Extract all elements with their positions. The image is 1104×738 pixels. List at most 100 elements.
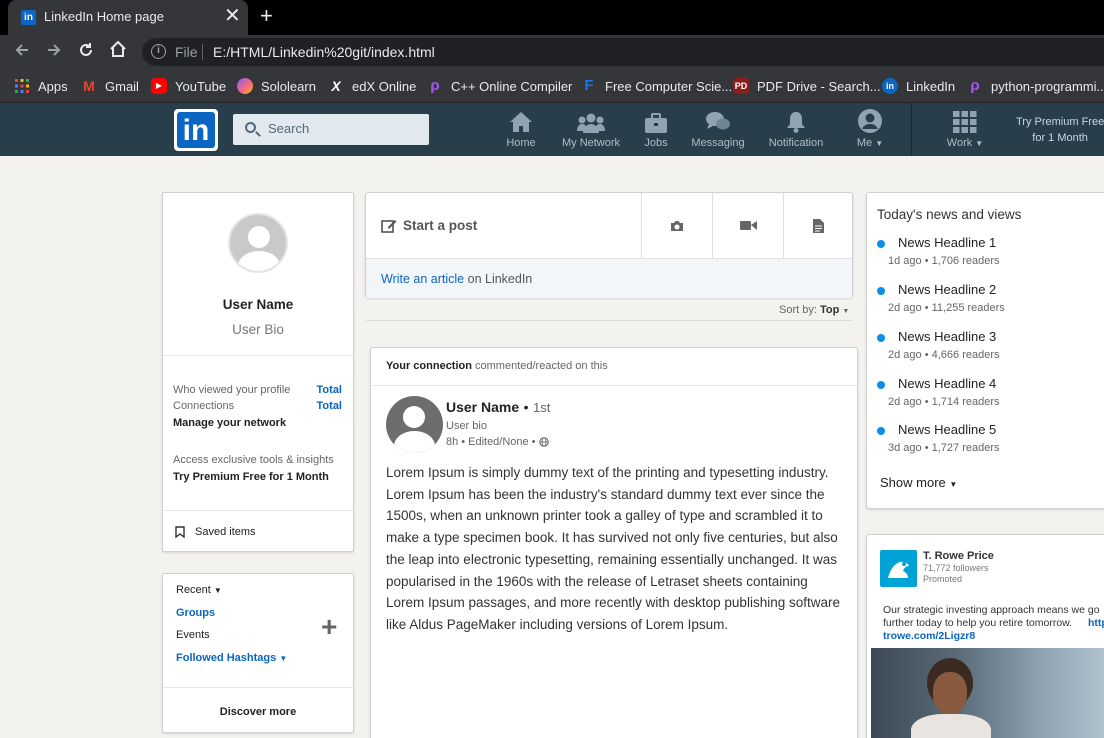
profile-bio: User Bio — [232, 322, 284, 337]
ad-image[interactable] — [871, 648, 1104, 738]
bookmark-cpp-compiler[interactable]: ρ C++ Online Compiler — [427, 76, 572, 96]
bookmark-label: PDF Drive - Search... — [757, 78, 881, 94]
bookmark-label: C++ Online Compiler — [451, 78, 573, 94]
document-icon — [813, 218, 824, 233]
news-item[interactable]: News Headline 1 1d ago • 1,706 readers — [877, 235, 1097, 271]
caret-down-icon: ▼ — [213, 586, 222, 595]
bookmark-label: edX Online — [352, 78, 417, 94]
briefcase-icon — [641, 109, 671, 133]
ad-link[interactable]: trowe.com/2Ligzr8 — [883, 630, 975, 642]
linkedin-logo[interactable]: in — [174, 109, 218, 151]
post-author-name[interactable]: User Name — [446, 399, 519, 415]
bookmark-gmail[interactable]: M Gmail — [81, 76, 139, 96]
post-author-avatar[interactable] — [386, 396, 443, 453]
globe-icon — [538, 437, 549, 447]
feed-post: Your connection commented/reacted on thi… — [370, 347, 858, 738]
url-text[interactable]: E:/HTML/Linkedin%20git/index.html — [213, 44, 435, 60]
bookmark-python[interactable]: ρ python-programmi... — [967, 76, 1104, 96]
news-headline: News Headline 1 — [898, 235, 997, 250]
sort-dropdown[interactable]: Sort by: Top ▼ — [779, 304, 849, 316]
discover-more-link[interactable]: Discover more — [163, 706, 353, 718]
premium-link[interactable]: Try Premium Free for 1 Month — [173, 471, 329, 483]
bookmark-apps[interactable]: Apps — [14, 76, 68, 96]
news-meta: 2d ago • 11,255 readers — [888, 302, 1005, 314]
divider — [163, 687, 353, 688]
saved-items-link[interactable]: Saved items — [175, 526, 256, 538]
show-more-button[interactable]: Show more ▼ — [880, 475, 957, 490]
write-article-link[interactable]: Write an article — [381, 272, 464, 286]
bookmark-pdf-drive[interactable]: PD PDF Drive - Search... — [733, 76, 881, 96]
trowe-price-logo[interactable] — [880, 550, 917, 587]
bookmark-linkedin[interactable]: in LinkedIn — [882, 76, 955, 96]
news-item[interactable]: News Headline 2 2d ago • 11,255 readers — [877, 282, 1097, 318]
context-action: commented/reacted on this — [475, 360, 608, 372]
ad-company-name[interactable]: T. Rowe Price — [923, 550, 994, 562]
bookmark-edx[interactable]: X edX Online — [328, 76, 416, 96]
profile-avatar[interactable] — [228, 213, 288, 273]
post-edited: Edited/None — [468, 436, 529, 448]
news-item[interactable]: News Headline 3 2d ago • 4,666 readers — [877, 329, 1097, 365]
new-tab-button[interactable]: + — [260, 4, 273, 28]
groups-card: Recent ▼ Groups Events Followed Hashtags… — [162, 573, 354, 733]
ad-link-prefix[interactable]: http — [1088, 617, 1104, 629]
post-time: 8h — [446, 436, 459, 448]
nav-work[interactable]: Work ▼ — [942, 109, 988, 149]
post-meta: 8h • Edited/None • — [446, 436, 549, 448]
grid-icon — [942, 109, 988, 133]
connections-value[interactable]: Total — [317, 400, 342, 412]
try-premium-link[interactable]: Try Premium Free for 1 Month — [1016, 114, 1104, 146]
caret-down-icon: ▼ — [949, 480, 958, 489]
nav-messaging[interactable]: Messaging — [690, 109, 746, 149]
ad-card: T. Rowe Price 71,772 followers Promoted … — [866, 534, 1104, 738]
context-actor[interactable]: Your connection — [386, 360, 472, 372]
back-arrow-icon[interactable] — [9, 39, 35, 65]
news-item[interactable]: News Headline 4 2d ago • 1,714 readers — [877, 376, 1097, 412]
manage-network-link[interactable]: Manage your network — [173, 417, 286, 429]
address-bar[interactable]: i File E:/HTML/Linkedin%20git/index.html — [142, 38, 1104, 66]
forward-arrow-icon[interactable] — [41, 39, 67, 65]
browser-tabstrip: in LinkedIn Home page ✕ + — [0, 0, 1104, 35]
reload-icon[interactable] — [73, 39, 99, 65]
who-viewed-label[interactable]: Who viewed your profile — [173, 384, 290, 396]
exclusive-tools-label: Access exclusive tools & insights — [173, 454, 334, 466]
connections-label[interactable]: Connections — [173, 400, 234, 412]
home-browser-icon[interactable] — [105, 39, 131, 65]
bookmark-sololearn[interactable]: Sololearn — [237, 76, 316, 96]
info-icon[interactable]: i — [151, 44, 166, 59]
sort-value: Top — [819, 304, 840, 316]
close-tab-icon[interactable]: ✕ — [224, 5, 241, 27]
nav-home[interactable]: Home — [505, 109, 537, 149]
who-viewed-value[interactable]: Total — [317, 384, 342, 396]
news-headline: News Headline 2 — [898, 282, 997, 297]
bookmark-youtube[interactable]: ▶ YouTube — [151, 76, 226, 96]
news-item[interactable]: News Headline 5 3d ago • 1,727 readers — [877, 422, 1097, 458]
search-input[interactable]: Search — [233, 114, 429, 145]
nav-me[interactable]: Me ▼ — [852, 109, 888, 149]
bookmark-label: Free Computer Scie... — [605, 78, 733, 94]
ad-followers: 71,772 followers — [923, 563, 989, 573]
write-article-row: Write an article on LinkedIn — [366, 258, 852, 298]
add-photo-button[interactable] — [641, 193, 712, 258]
nav-my-network[interactable]: My Network — [559, 109, 623, 149]
profile-name[interactable]: User Name — [163, 297, 353, 312]
bookmark-label: python-programmi... — [991, 78, 1104, 94]
home-icon — [505, 109, 537, 133]
news-headline: News Headline 4 — [898, 376, 997, 391]
browser-tab[interactable]: in LinkedIn Home page ✕ — [8, 0, 248, 35]
recent-dropdown[interactable]: Recent ▼ — [176, 584, 222, 596]
add-video-button[interactable] — [712, 193, 783, 258]
post-composer: Start a post Write an article on LinkedI… — [365, 192, 853, 298]
followed-hashtags-dropdown[interactable]: Followed Hashtags ▼ — [176, 652, 287, 664]
start-post-button[interactable]: Start a post — [366, 193, 641, 258]
hashtags-label: Followed Hashtags — [176, 652, 277, 664]
search-icon — [245, 122, 256, 133]
groups-link[interactable]: Groups — [176, 607, 215, 619]
add-event-button[interactable]: + — [321, 612, 337, 642]
linkedin-icon: in — [882, 78, 898, 94]
bookmark-label: Gmail — [105, 78, 139, 94]
news-headline: News Headline 3 — [898, 329, 997, 344]
add-document-button[interactable] — [783, 193, 853, 258]
bookmark-free-cs[interactable]: F Free Computer Scie... — [581, 76, 732, 96]
nav-notification[interactable]: Notification — [768, 109, 824, 149]
nav-jobs[interactable]: Jobs — [641, 109, 671, 149]
